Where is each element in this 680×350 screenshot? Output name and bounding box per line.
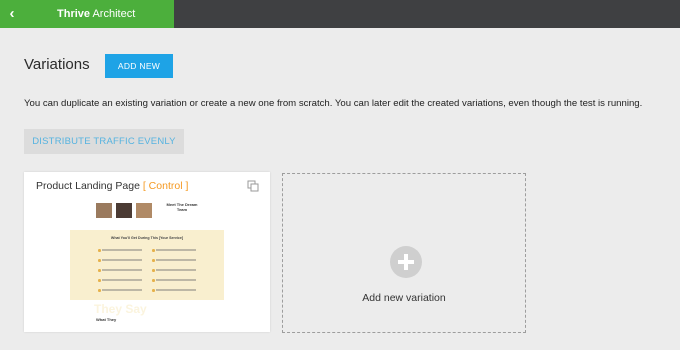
preview-text-line xyxy=(156,279,196,281)
team-photo-2 xyxy=(116,203,132,218)
preview-box-title: What You'll Get During This [Your Servic… xyxy=(110,236,184,240)
page-title: Variations xyxy=(24,56,90,73)
preview-big-text: They Say xyxy=(94,302,147,316)
control-badge: [ Control ] xyxy=(142,180,189,192)
preview-text-line xyxy=(102,279,142,281)
preview-bullet xyxy=(152,259,155,262)
preview-bullet xyxy=(98,289,101,292)
preview-bullet xyxy=(152,269,155,272)
preview-text-line xyxy=(156,259,196,261)
preview-small-text: What They xyxy=(96,317,117,322)
preview-bullet xyxy=(98,269,101,272)
brand-tab: ‹ Thrive Architect xyxy=(0,0,174,28)
preview-bullet xyxy=(152,289,155,292)
plus-vertical xyxy=(404,254,408,270)
top-bar: ‹ Thrive Architect xyxy=(0,0,680,28)
add-variation-label: Add new variation xyxy=(362,292,446,304)
preview-bullet xyxy=(152,249,155,252)
brand-name-rest: Architect xyxy=(92,8,136,20)
distribute-traffic-button[interactable]: DISTRIBUTE TRAFFIC EVENLY xyxy=(24,129,184,154)
variation-card-title: Product Landing Page [ Control ] xyxy=(36,180,188,192)
brand-name: Thrive Architect xyxy=(57,8,135,20)
preview-heading: Meet The Dream Team xyxy=(166,202,198,212)
duplicate-icon[interactable] xyxy=(247,179,259,192)
variation-card[interactable]: Product Landing Page [ Control ] Meet Th… xyxy=(24,172,270,332)
variation-preview[interactable]: Meet The Dream Team What You'll Get Duri… xyxy=(70,200,224,350)
description-text: You can duplicate an existing variation … xyxy=(24,98,643,109)
team-photo-3 xyxy=(136,203,152,218)
preview-text-line xyxy=(102,259,142,261)
preview-bullet xyxy=(152,279,155,282)
variation-name: Product Landing Page xyxy=(36,180,140,192)
chevron-left-icon[interactable]: ‹ xyxy=(5,4,19,24)
brand-name-bold: Thrive xyxy=(57,8,91,20)
team-photo-1 xyxy=(96,203,112,218)
preview-text-line xyxy=(102,249,142,251)
preview-bullet xyxy=(98,249,101,252)
preview-feature-box: What You'll Get During This [Your Servic… xyxy=(70,230,224,300)
add-variation-card[interactable]: Add new variation xyxy=(282,173,526,333)
preview-text-line xyxy=(156,249,196,251)
preview-bullet xyxy=(98,259,101,262)
preview-text-line xyxy=(102,289,142,291)
add-new-button[interactable]: ADD NEW xyxy=(105,54,173,78)
plus-circle-icon[interactable] xyxy=(390,246,422,278)
preview-bullet xyxy=(98,279,101,282)
preview-text-line xyxy=(156,289,196,291)
preview-text-line xyxy=(102,269,142,271)
preview-text-line xyxy=(156,269,196,271)
